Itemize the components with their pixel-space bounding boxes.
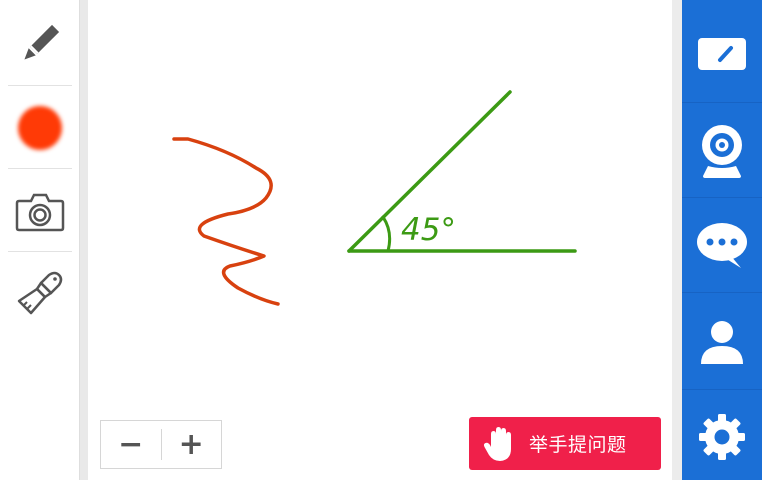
pencil-icon (24, 24, 60, 60)
right-gutter (672, 0, 682, 480)
zoom-control: − + (100, 420, 222, 469)
sidebar-divider (682, 292, 762, 293)
whiteboard-canvas[interactable]: 45° − + 举手提问题 (88, 0, 672, 480)
brush-icon (17, 271, 63, 314)
raise-hand-label: 举手提问题 (529, 434, 627, 456)
whiteboard-button[interactable] (682, 6, 762, 101)
color-swatch (18, 105, 62, 150)
zoom-out-button[interactable]: − (101, 421, 161, 468)
camera-icon (15, 193, 65, 231)
webcam-button[interactable] (682, 103, 762, 198)
left-gutter (80, 0, 88, 480)
webcam-icon (702, 124, 742, 178)
angle-label: 45° (401, 212, 456, 248)
user-button[interactable] (682, 294, 762, 389)
screenshot-tool[interactable] (8, 169, 72, 252)
user-icon (701, 320, 743, 364)
chat-button[interactable] (682, 197, 762, 292)
gear-icon (699, 413, 745, 460)
whiteboard-app: 45° − + 举手提问题 (0, 0, 762, 480)
color-picker[interactable] (8, 86, 72, 169)
hand-icon (483, 426, 511, 461)
settings-button[interactable] (682, 389, 762, 480)
pencil-tool[interactable] (8, 2, 72, 85)
eraser-tool[interactable] (8, 252, 72, 335)
angle-arc (381, 215, 392, 253)
squiggle-stroke (172, 137, 280, 306)
whiteboard-icon (698, 37, 746, 70)
raise-hand-button[interactable]: 举手提问题 (469, 417, 661, 470)
left-toolbar (0, 0, 80, 480)
zoom-in-label: + (178, 426, 204, 462)
chat-icon (697, 222, 747, 268)
zoom-out-label: − (118, 426, 144, 462)
right-sidebar (682, 0, 762, 480)
zoom-in-button[interactable]: + (161, 421, 221, 468)
